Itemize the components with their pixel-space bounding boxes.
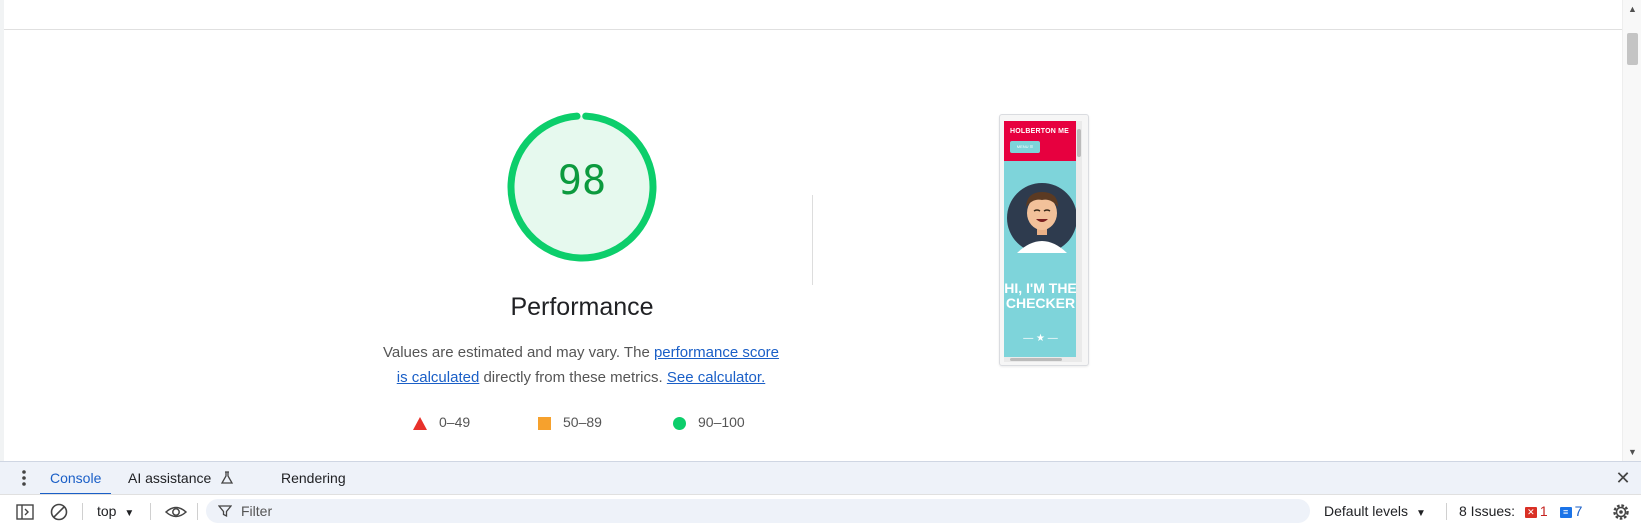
- legend-label: 90–100: [698, 414, 745, 430]
- flask-icon: [221, 471, 234, 484]
- legend-label: 50–89: [563, 414, 602, 430]
- avatar-illustration-icon: [1007, 183, 1077, 253]
- thumbnail-hscrollbar: [1004, 357, 1082, 362]
- sidebar-toggle-icon[interactable]: [15, 502, 35, 522]
- toolbar-separator: [1446, 503, 1447, 520]
- tab-rendering[interactable]: Rendering: [281, 462, 346, 495]
- square-icon: [538, 416, 551, 430]
- tab-console[interactable]: Console: [40, 462, 112, 495]
- clear-console-icon[interactable]: [49, 502, 69, 522]
- performance-score: 98: [557, 158, 607, 204]
- page-scrollbar[interactable]: ▲ ▼: [1622, 0, 1641, 461]
- more-vert-icon[interactable]: [18, 462, 30, 495]
- filter-input[interactable]: Filter: [206, 499, 1310, 523]
- star-divider-icon: — ★ —: [1023, 333, 1058, 344]
- thumbnail-page: HOLBERTON ME MENU ☰ HI, I'M THE CHECKER …: [1004, 121, 1077, 357]
- thumbnail-menu: MENU ☰: [1010, 141, 1040, 153]
- toolbar-separator: [150, 503, 151, 520]
- performance-description: Values are estimated and may vary. The p…: [376, 340, 786, 390]
- see-calculator-link[interactable]: See calculator.: [667, 369, 765, 386]
- toolbar-separator: [82, 503, 83, 520]
- log-levels-dropdown[interactable]: Default levels ▼: [1324, 495, 1426, 527]
- console-toolbar: top ▼ Filter Default levels ▼ 8 Issues: …: [0, 494, 1641, 527]
- dropdown-arrow-icon: ▼: [1415, 508, 1426, 519]
- description-text: Values are estimated and may vary. The: [382, 344, 654, 361]
- thumbnail-header: HOLBERTON ME MENU ☰: [1004, 121, 1077, 161]
- levels-label: Default levels: [1324, 503, 1409, 519]
- dropdown-arrow-icon: ▼: [124, 508, 135, 519]
- close-icon[interactable]: ✕: [1612, 467, 1634, 489]
- settings-icon[interactable]: [1611, 502, 1631, 522]
- section-divider: [812, 195, 813, 285]
- legend-fail: 0–49: [413, 414, 470, 434]
- scroll-up-arrow-icon[interactable]: ▲: [1623, 2, 1641, 16]
- eye-icon[interactable]: [164, 502, 188, 522]
- tab-label: AI assistance: [128, 470, 212, 486]
- context-label: top: [97, 503, 117, 519]
- legend-average: 50–89: [538, 414, 602, 434]
- legend-pass: 90–100: [673, 414, 745, 434]
- issues-info-count: 7: [1574, 503, 1583, 519]
- thumbnail-headline: HI, I'M THE CHECKER: [1004, 280, 1077, 311]
- left-edge: [0, 0, 4, 461]
- category-title: Performance: [510, 293, 654, 321]
- scrollbar-thumb[interactable]: [1627, 33, 1638, 65]
- scroll-down-arrow-icon[interactable]: ▼: [1623, 445, 1641, 459]
- filter-icon: [218, 505, 232, 518]
- toolbar-separator: [197, 503, 198, 520]
- info-badge-icon: ≡: [1559, 506, 1572, 518]
- legend-label: 0–49: [439, 414, 471, 430]
- issues-error-count: 1: [1539, 503, 1548, 519]
- error-badge-icon: ✕: [1524, 506, 1537, 518]
- issues-label: 8 Issues:: [1459, 503, 1516, 519]
- description-text-2: directly from these metrics.: [479, 369, 667, 386]
- page-top-strip: [0, 0, 1622, 30]
- circle-icon: [673, 416, 686, 430]
- final-screenshot-thumbnail[interactable]: HOLBERTON ME MENU ☰ HI, I'M THE CHECKER …: [999, 114, 1089, 366]
- devtools-drawer-tabs: Console AI assistance Rendering ✕: [0, 461, 1641, 495]
- issues-counter[interactable]: 8 Issues: ✕ 1 ≡ 7: [1459, 495, 1582, 527]
- filter-placeholder: Filter: [241, 503, 273, 519]
- thumbnail-scrollbar: [1076, 121, 1082, 357]
- tab-ai-assistance[interactable]: AI assistance: [128, 462, 234, 495]
- context-selector[interactable]: top ▼: [97, 495, 134, 527]
- triangle-icon: [413, 416, 427, 430]
- thumbnail-brand: HOLBERTON ME: [1010, 128, 1070, 135]
